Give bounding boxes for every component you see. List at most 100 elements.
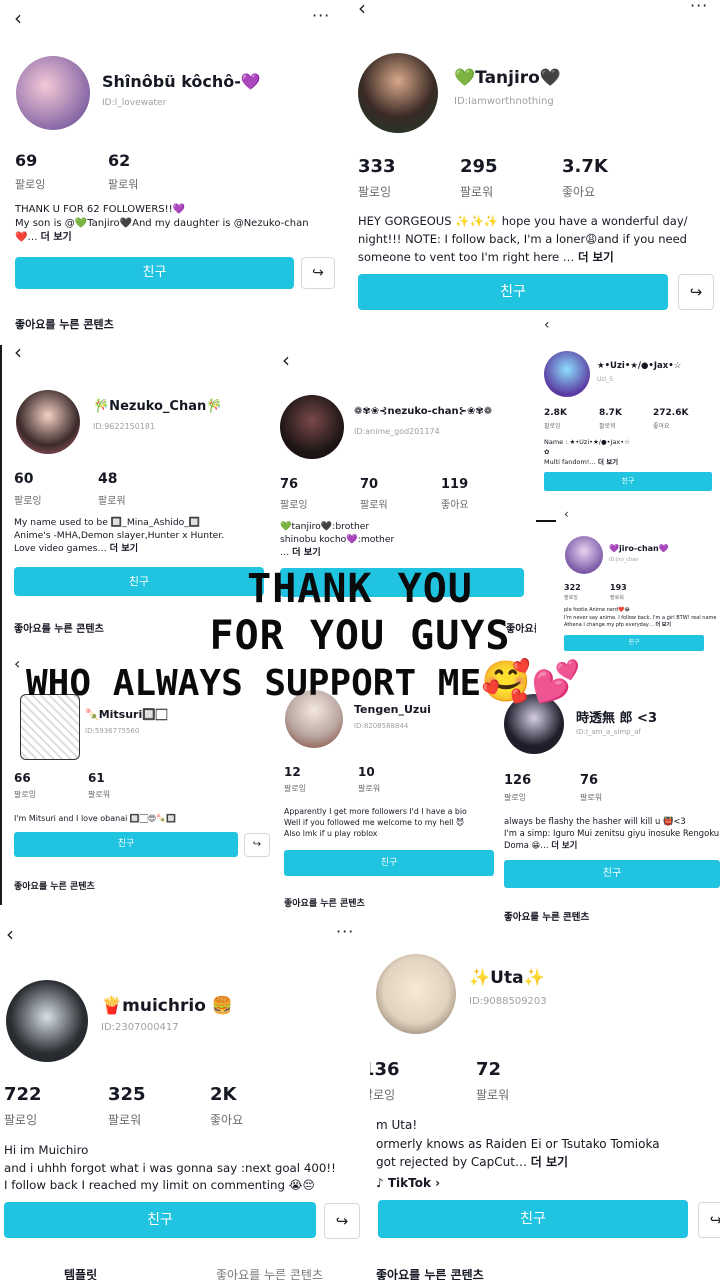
profile-panel-uzi-jax: ‹ ★•Uzi•★/●•Jax•☆ Uzi_5 2.8K 팔로잉 8.7K 팔로워 … [536, 316, 720, 498]
avatar [6, 980, 88, 1062]
avatar [544, 351, 590, 397]
following-stat: 126 팔로잉 [504, 773, 532, 802]
followers-stat: 295 팔로워 [460, 156, 498, 199]
profile-panel-muichrio: ‹ ··· 🍟muichrio 🍔 ID:2307000417 722 팔로잉 3… [0, 918, 366, 1280]
tiktok-link[interactable]: ♪ TikTok › [376, 1176, 440, 1190]
share-button[interactable]: ↪ [698, 1202, 720, 1238]
more-link[interactable]: 더 보기 [41, 232, 72, 243]
more-icon[interactable]: ··· [690, 0, 708, 14]
profile-bio: I'm Mitsuri and I love obanai 🔲🏻😍🍡🔲 [14, 814, 177, 823]
avatar [16, 56, 90, 130]
following-stat: 722 팔로잉 [4, 1084, 42, 1127]
profile-bio: Apparently I get more followers I'd I ha… [284, 807, 467, 838]
followers-stat: 48 팔로워 [98, 471, 126, 507]
more-link[interactable]: 더 보기 [578, 250, 614, 264]
followers-stat: 72 팔로워 [476, 1059, 510, 1102]
profile-bio: Hi im Muichiro and i uhhh forgot what i w… [4, 1143, 336, 1193]
share-button[interactable]: ↪ [678, 274, 714, 310]
overlay-line-2: FOR YOU GUYS [209, 613, 511, 659]
friend-button[interactable]: 친구 [378, 1200, 688, 1238]
profile-name: 🍡Mitsuri🔲🏻 [85, 708, 167, 721]
friend-button[interactable]: 친구 [504, 860, 720, 888]
following-stat: 76 팔로잉 [280, 477, 308, 511]
liked-content-label: 좋아요를 누른 콘텐츠 [15, 318, 114, 331]
following-stat: 2.8K 팔로잉 [544, 408, 567, 430]
profile-id: ID:9088509203 [469, 996, 547, 1007]
liked-content-label: 좋아요를 누른 콘텐츠 [284, 899, 365, 909]
profile-name: 💜jiro-chan💜 [609, 544, 669, 553]
more-icon[interactable]: ··· [312, 8, 330, 24]
profile-id: ID:I_lovewater [102, 98, 167, 108]
profile-bio: My name used to be 🔲_Mina_Ashido_🔲 Anime'… [14, 517, 225, 554]
back-icon[interactable]: ‹ [14, 342, 22, 362]
share-button[interactable]: ↪ [301, 257, 335, 289]
profile-id: ID:8208588844 [354, 722, 409, 730]
profile-name: 時透無 郎 <3 [576, 711, 657, 726]
profile-bio: Name : ★•Uzi•★/●•Jax•☆ ✿ Multi fandom!… 더 … [544, 438, 630, 466]
following-stat: 69 팔로잉 [15, 151, 46, 191]
avatar [376, 954, 456, 1034]
back-icon[interactable]: ‹ [14, 8, 22, 28]
heart-emoji-icon: 🥰💕 [481, 659, 581, 705]
profile-id: ID:Iamworthnothing [454, 96, 554, 107]
overlay-line-3: WHO ALWAYS SUPPORT ME🥰💕 [26, 658, 720, 705]
share-button[interactable]: ↪ [324, 1203, 360, 1239]
profile-name: Shînôbü kôchô-💜 [102, 72, 261, 91]
profile-bio: THANK U FOR 62 FOLLOWERS!!💜 My son is @💚T… [15, 204, 309, 243]
liked-content-label: 좋아요를 누른 콘텐츠 [504, 912, 590, 923]
back-icon[interactable]: ‹ [544, 318, 550, 332]
profile-panel-tanjiro: ‹ ··· 💚Tanjiro🖤 ID:Iamworthnothing 333 팔로… [350, 0, 720, 318]
profile-name: ❁✾❀⊰nezuko-chan⊱❀✾❁ [354, 406, 493, 417]
profile-id: ID:anime_god201174 [354, 427, 440, 436]
tab-liked-content[interactable]: 좋아요를 누른 콘텐츠 [216, 1266, 323, 1280]
share-button[interactable]: ↪ [244, 833, 270, 857]
profile-bio: 💚tanjiro🖤:brother shinobu kocho💜:mother… … [280, 521, 395, 558]
more-link[interactable]: 더 보기 [110, 543, 139, 554]
profile-id: ID:jiro_chan [609, 557, 639, 563]
profile-bio: HEY GORGEOUS ✨✨✨ hope you have a wonderf… [358, 214, 688, 264]
likes-stat: 3.7K 좋아요 [562, 156, 608, 199]
avatar [280, 395, 344, 459]
avatar [358, 53, 438, 133]
profile-id: ID:2307000417 [101, 1022, 179, 1033]
friend-button[interactable]: 친구 [544, 472, 712, 491]
profile-name: 💚Tanjiro🖤 [454, 68, 562, 88]
liked-content-label: 좋아요를 누른 콘텐츠 [14, 882, 95, 892]
profile-panel-uta: ✨Uta✨ ID:9088509203 136팔로잉 72팔로워 m Uta!o… [366, 932, 720, 1280]
profile-id: ID:I_am_a_simp_af [576, 728, 641, 736]
more-link[interactable]: 더 보기 [598, 458, 618, 466]
following-stat: 333 팔로잉 [358, 156, 396, 199]
overlay-text: WHO ALWAYS SUPPORT ME [26, 663, 482, 704]
back-icon[interactable]: ‹ [282, 350, 290, 370]
profile-panel-tengen: Tengen_Uzui ID:8208588844 12 팔로잉 10 팔로워 Ap… [272, 674, 494, 914]
overlay-line-1: THANK YOU [247, 566, 473, 612]
back-icon[interactable]: ‹ [564, 508, 569, 520]
back-icon[interactable]: ‹ [6, 924, 14, 944]
back-icon[interactable]: ‹ [358, 0, 366, 18]
more-link[interactable]: 더 보기 [531, 1155, 568, 1169]
more-icon[interactable]: ··· [336, 924, 354, 940]
profile-name: ✨Uta✨ [469, 968, 545, 988]
likes-stat: 272.6K 좋아요 [653, 408, 689, 430]
followers-stat: 70 팔로워 [360, 477, 388, 511]
profile-panel-shinobu: ‹ ··· Shînôbü kôchô-💜 ID:I_lovewater 69 팔… [0, 0, 350, 345]
profile-id: ID:9622150181 [93, 422, 156, 431]
following-stat: 136팔로잉 [370, 1059, 400, 1102]
profile-id: ID:5936775560 [85, 727, 140, 735]
profile-name: 🎋Nezuko_Chan🎋 [93, 399, 223, 414]
profile-bio: m Uta! ormerly knows as Raiden Ei or Tsut… [376, 1118, 660, 1170]
friend-button[interactable]: 친구 [14, 832, 238, 857]
friend-button[interactable]: 친구 [284, 850, 494, 876]
followers-stat: 62 팔로워 [108, 151, 139, 191]
more-link[interactable]: 더 보기 [292, 547, 321, 558]
friend-button[interactable]: 친구 [358, 274, 668, 310]
tab-templates[interactable]: 템플릿 [64, 1266, 97, 1280]
profile-panel-tokito: 時透無 郎 <3 ID:I_am_a_simp_af 126 팔로잉 76 팔로워 … [494, 674, 720, 928]
friend-button[interactable]: 친구 [4, 1202, 316, 1238]
more-link[interactable]: 더 보기 [551, 840, 577, 850]
tab-liked-content[interactable]: 좋아요를 누른 콘텐츠 [376, 1266, 484, 1280]
collage-divider [536, 520, 556, 522]
profile-id: Uzi_5 [597, 376, 614, 383]
followers-stat: 325 팔로워 [108, 1084, 146, 1127]
friend-button[interactable]: 친구 [15, 257, 294, 289]
